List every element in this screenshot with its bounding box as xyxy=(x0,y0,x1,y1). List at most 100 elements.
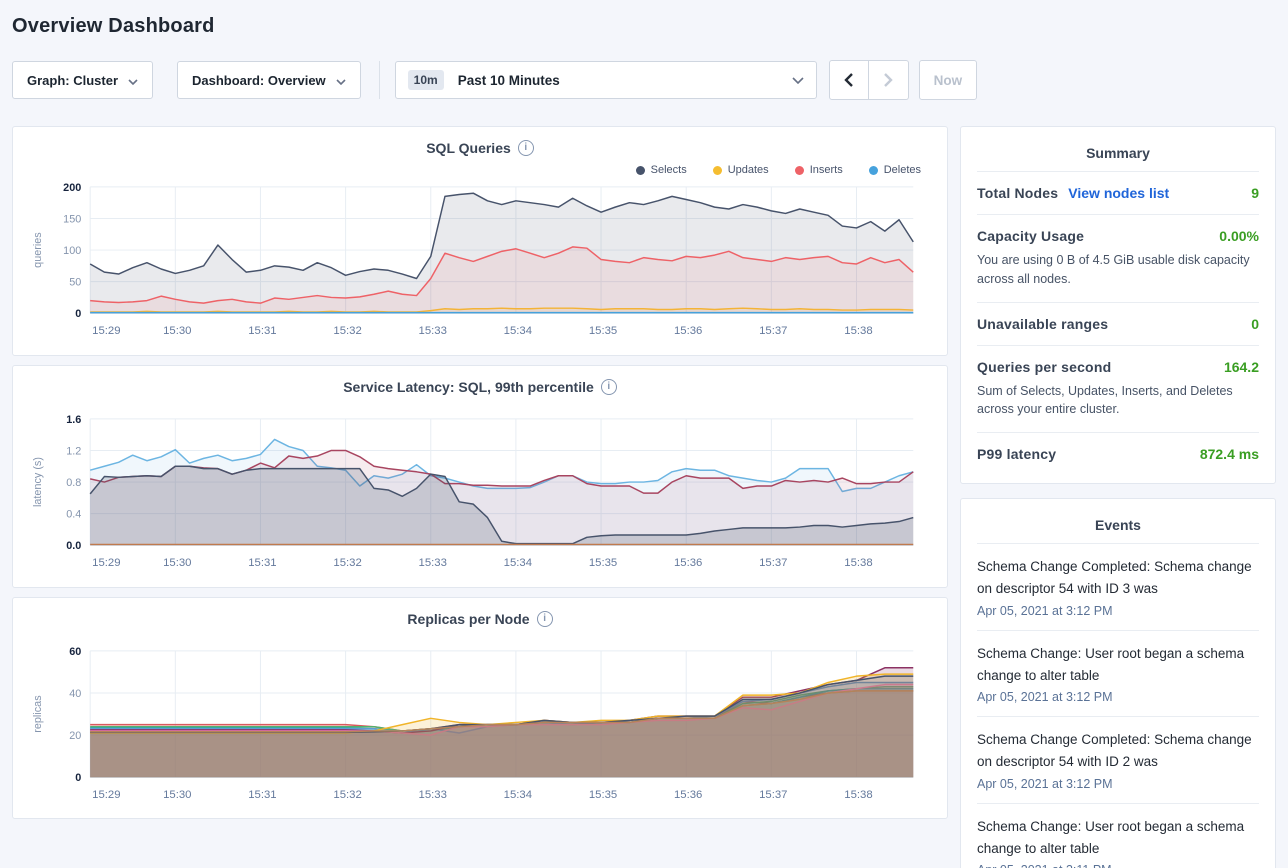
summary-row-unavailable-ranges: Unavailable ranges 0 xyxy=(977,302,1259,345)
service-latency-chart-card: Service Latency: SQL, 99th percentile i … xyxy=(12,365,948,588)
legend-dot-icon xyxy=(795,166,804,175)
event-timestamp: Apr 05, 2021 at 3:11 PM xyxy=(977,863,1259,868)
svg-text:15:37: 15:37 xyxy=(759,557,787,569)
svg-text:15:33: 15:33 xyxy=(419,788,447,800)
view-nodes-list-link[interactable]: View nodes list xyxy=(1068,185,1169,201)
svg-text:15:32: 15:32 xyxy=(333,557,361,569)
total-nodes-label: Total Nodes xyxy=(977,185,1058,201)
svg-text:15:37: 15:37 xyxy=(759,325,787,337)
svg-text:15:35: 15:35 xyxy=(589,557,617,569)
event-timestamp: Apr 05, 2021 at 3:12 PM xyxy=(977,777,1259,791)
svg-text:15:31: 15:31 xyxy=(248,557,276,569)
summary-row-qps: Queries per second 164.2 Sum of Selects,… xyxy=(977,345,1259,433)
capacity-usage-description: You are using 0 B of 4.5 GiB usable disk… xyxy=(977,251,1259,289)
dashboard-dropdown-label: Dashboard: Overview xyxy=(192,73,326,88)
replicas-per-node-chart-card: Replicas per Node i 15:2915:3015:3115:32… xyxy=(12,597,948,820)
info-icon[interactable]: i xyxy=(518,140,534,156)
svg-text:15:38: 15:38 xyxy=(844,557,872,569)
svg-text:15:32: 15:32 xyxy=(333,325,361,337)
svg-text:15:30: 15:30 xyxy=(163,788,191,800)
svg-text:15:34: 15:34 xyxy=(504,325,532,337)
event-timestamp: Apr 05, 2021 at 3:12 PM xyxy=(977,690,1259,704)
chart-title: Replicas per Node xyxy=(407,611,529,627)
qps-label: Queries per second xyxy=(977,359,1111,375)
svg-text:15:31: 15:31 xyxy=(248,788,276,800)
time-step-buttons xyxy=(829,60,909,100)
svg-text:15:36: 15:36 xyxy=(674,788,702,800)
legend-dot-icon xyxy=(636,166,645,175)
svg-text:15:30: 15:30 xyxy=(163,557,191,569)
unavailable-ranges-label: Unavailable ranges xyxy=(977,316,1108,332)
capacity-usage-value: 0.00% xyxy=(1219,228,1259,244)
svg-text:20: 20 xyxy=(69,730,81,742)
svg-text:1.6: 1.6 xyxy=(66,414,81,426)
time-range-badge: 10m xyxy=(408,70,444,90)
event-timestamp: Apr 05, 2021 at 3:12 PM xyxy=(977,604,1259,618)
svg-text:15:37: 15:37 xyxy=(759,788,787,800)
legend-dot-icon xyxy=(869,166,878,175)
time-range-selector[interactable]: 10m Past 10 Minutes xyxy=(395,61,817,99)
svg-text:15:36: 15:36 xyxy=(674,557,702,569)
svg-text:0: 0 xyxy=(75,772,81,784)
svg-text:15:35: 15:35 xyxy=(589,325,617,337)
next-interval-button[interactable] xyxy=(869,60,909,100)
event-list-item: Schema Change: User root began a schema … xyxy=(977,630,1259,717)
now-button[interactable]: Now xyxy=(919,60,978,100)
chevron-down-icon xyxy=(792,71,804,89)
event-message: Schema Change Completed: Schema change o… xyxy=(977,729,1259,774)
service-latency-chart[interactable]: 15:2915:3015:3115:3215:3315:3415:3515:36… xyxy=(25,411,935,581)
svg-text:0.8: 0.8 xyxy=(66,477,81,489)
charts-column: SQL Queries i SelectsUpdatesInsertsDelet… xyxy=(12,126,948,828)
svg-text:15:29: 15:29 xyxy=(92,557,120,569)
chevron-down-icon xyxy=(336,73,346,88)
p99-latency-value: 872.4 ms xyxy=(1200,446,1259,462)
svg-text:15:32: 15:32 xyxy=(333,788,361,800)
dashboard-toolbar: Graph: Cluster Dashboard: Overview 10m P… xyxy=(12,60,1276,100)
svg-text:0.0: 0.0 xyxy=(66,540,81,552)
chart-legend: SelectsUpdatesInsertsDeletes xyxy=(25,163,921,177)
events-title: Events xyxy=(977,513,1259,543)
svg-text:queries: queries xyxy=(32,232,44,268)
svg-text:15:38: 15:38 xyxy=(844,788,872,800)
qps-value: 164.2 xyxy=(1224,359,1259,375)
svg-text:0: 0 xyxy=(75,308,81,320)
legend-item-inserts: Inserts xyxy=(795,163,843,177)
info-icon[interactable]: i xyxy=(537,611,553,627)
svg-text:15:38: 15:38 xyxy=(844,325,872,337)
event-message: Schema Change: User root began a schema … xyxy=(977,643,1259,688)
capacity-usage-label: Capacity Usage xyxy=(977,228,1084,244)
svg-text:0.4: 0.4 xyxy=(66,508,81,520)
svg-text:15:30: 15:30 xyxy=(163,325,191,337)
svg-text:40: 40 xyxy=(69,687,81,699)
unavailable-ranges-value: 0 xyxy=(1251,316,1259,332)
page-title: Overview Dashboard xyxy=(12,0,1276,60)
sql-queries-chart-card: SQL Queries i SelectsUpdatesInsertsDelet… xyxy=(12,126,948,356)
svg-text:replicas: replicas xyxy=(32,694,44,732)
event-list-item: Schema Change Completed: Schema change o… xyxy=(977,716,1259,803)
sql-queries-chart[interactable]: 15:2915:3015:3115:3215:3315:3415:3515:36… xyxy=(25,179,935,349)
qps-description: Sum of Selects, Updates, Inserts, and De… xyxy=(977,382,1259,420)
svg-text:1.2: 1.2 xyxy=(66,445,81,457)
summary-row-total-nodes: Total Nodes View nodes list 9 xyxy=(977,171,1259,214)
svg-text:50: 50 xyxy=(69,277,81,289)
time-range-label: Past 10 Minutes xyxy=(458,73,792,88)
summary-panel: Summary Total Nodes View nodes list 9 Ca… xyxy=(960,126,1276,484)
event-message: Schema Change: User root began a schema … xyxy=(977,816,1259,861)
dashboard-dropdown[interactable]: Dashboard: Overview xyxy=(177,61,361,99)
chevron-down-icon xyxy=(128,73,138,88)
total-nodes-value: 9 xyxy=(1251,185,1259,201)
toolbar-divider xyxy=(379,61,380,99)
svg-text:15:29: 15:29 xyxy=(92,325,120,337)
replicas-per-node-chart[interactable]: 15:2915:3015:3115:3215:3315:3415:3515:36… xyxy=(25,643,935,813)
svg-text:15:36: 15:36 xyxy=(674,325,702,337)
legend-dot-icon xyxy=(713,166,722,175)
previous-interval-button[interactable] xyxy=(829,60,869,100)
graph-dropdown[interactable]: Graph: Cluster xyxy=(12,61,153,99)
info-icon[interactable]: i xyxy=(601,379,617,395)
svg-text:200: 200 xyxy=(63,182,81,194)
legend-item-updates: Updates xyxy=(713,163,769,177)
chart-title: Service Latency: SQL, 99th percentile xyxy=(343,379,594,395)
event-message: Schema Change Completed: Schema change o… xyxy=(977,556,1259,601)
chevron-left-icon xyxy=(844,73,853,87)
sidebar-column: Summary Total Nodes View nodes list 9 Ca… xyxy=(960,126,1276,868)
